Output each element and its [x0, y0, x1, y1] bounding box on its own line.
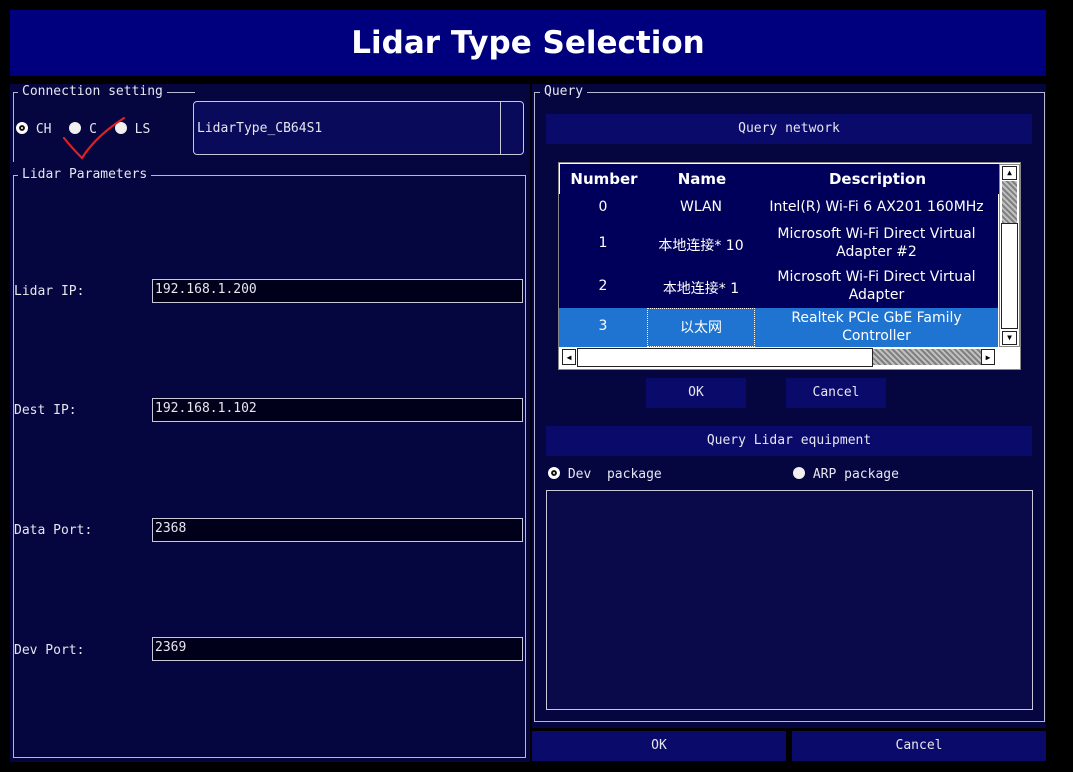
scroll-up-icon[interactable]: ▲: [1002, 166, 1017, 180]
dev-port-label: Dev Port:: [14, 643, 85, 658]
query-legend: Query: [540, 85, 588, 99]
scroll-left-icon[interactable]: ◀: [562, 349, 576, 365]
ok-button[interactable]: OK: [532, 731, 786, 761]
package-dev-option[interactable]: Dev package: [548, 467, 662, 482]
radio-dev-package-label: Dev package: [567, 467, 662, 482]
scroll-thumb[interactable]: [1001, 223, 1018, 329]
table-row[interactable]: 0 WLAN Intel(R) Wi-Fi 6 AX201 160MHz: [559, 194, 998, 222]
radio-ch-label: CH: [35, 122, 52, 137]
row-number: 2: [598, 278, 608, 294]
radio-arp-package-indicator[interactable]: [793, 467, 805, 479]
cancel-button[interactable]: Cancel: [792, 731, 1046, 761]
table-row[interactable]: 2 本地连接* 1 Microsoft Wi-Fi Direct Virtual…: [559, 265, 998, 308]
package-arp-option[interactable]: ARP package: [793, 467, 899, 482]
lidar-ip-label: Lidar IP:: [14, 284, 85, 299]
row-description: Microsoft Wi-Fi Direct Virtual Adapter: [777, 269, 976, 303]
connection-frame-top: [185, 92, 195, 93]
row-number: 1: [598, 235, 608, 251]
hscroll-track[interactable]: [873, 349, 981, 365]
row-name: 本地连接* 1: [662, 281, 740, 297]
lidar-ip-input[interactable]: 192.168.1.200: [152, 279, 523, 303]
table-horizontal-scrollbar[interactable]: ◀ ▶: [560, 347, 999, 368]
row-number: 0: [598, 199, 608, 215]
data-port-input[interactable]: 2368: [152, 518, 523, 542]
query-equipment-button[interactable]: Query Lidar equipment: [546, 426, 1032, 456]
query-network-button[interactable]: Query network: [546, 114, 1032, 144]
dest-ip-input[interactable]: 192.168.1.102: [152, 398, 523, 422]
data-port-label: Data Port:: [14, 523, 93, 538]
row-number: 3: [598, 318, 608, 334]
radio-dev-package-indicator[interactable]: [548, 467, 560, 479]
radio-arp-package-label: ARP package: [812, 467, 899, 482]
params-frame: [13, 175, 526, 758]
dev-port-input[interactable]: 2369: [152, 637, 523, 661]
connection-legend: Connection setting: [18, 85, 167, 99]
query-result-box[interactable]: [546, 490, 1033, 710]
window-title: Lidar Type Selection: [10, 10, 1046, 76]
scroll-down-icon[interactable]: ▼: [1002, 331, 1017, 345]
radio-ch-indicator[interactable]: [16, 122, 28, 134]
scroll-right-icon[interactable]: ▶: [981, 349, 995, 365]
table-header: Number Name Description: [560, 164, 999, 194]
radio-ls-label: LS: [134, 122, 151, 137]
radio-ch[interactable]: CH: [16, 122, 59, 137]
lidar-type-value: LidarType_CB64S1: [197, 121, 323, 136]
row-description: Intel(R) Wi-Fi 6 AX201 160MHz: [769, 199, 984, 215]
table-row-selected[interactable]: 3 以太网 Realtek PCIe GbE Family Controller: [559, 308, 998, 347]
row-description: Microsoft Wi-Fi Direct Virtual Adapter #…: [777, 226, 976, 260]
lidar-type-combobox[interactable]: LidarType_CB64S1: [193, 101, 524, 155]
header-description[interactable]: Description: [756, 170, 999, 188]
lidar-type-dropdown-button[interactable]: [500, 102, 523, 154]
header-name[interactable]: Name: [648, 170, 756, 188]
header-number[interactable]: Number: [560, 170, 648, 188]
query-cancel-button[interactable]: Cancel: [786, 378, 886, 408]
row-name: 以太网: [647, 308, 755, 347]
table-row[interactable]: 1 本地连接* 10 Microsoft Wi-Fi Direct Virtua…: [559, 222, 998, 265]
row-name: WLAN: [679, 199, 722, 215]
hscroll-thumb[interactable]: [577, 348, 873, 367]
dest-ip-label: Dest IP:: [14, 403, 77, 418]
params-legend: Lidar Parameters: [18, 168, 152, 182]
table-vertical-scrollbar[interactable]: ▲ ▼: [999, 164, 1020, 347]
network-table: Number Name Description 0 WLAN Intel(R) …: [558, 162, 1021, 370]
scroll-track[interactable]: [1002, 181, 1017, 223]
row-name: 本地连接* 10: [658, 238, 744, 254]
row-description: Realtek PCIe GbE Family Controller: [791, 310, 962, 344]
query-ok-button[interactable]: OK: [646, 378, 746, 408]
checkmark-annotation-icon: [62, 116, 126, 160]
